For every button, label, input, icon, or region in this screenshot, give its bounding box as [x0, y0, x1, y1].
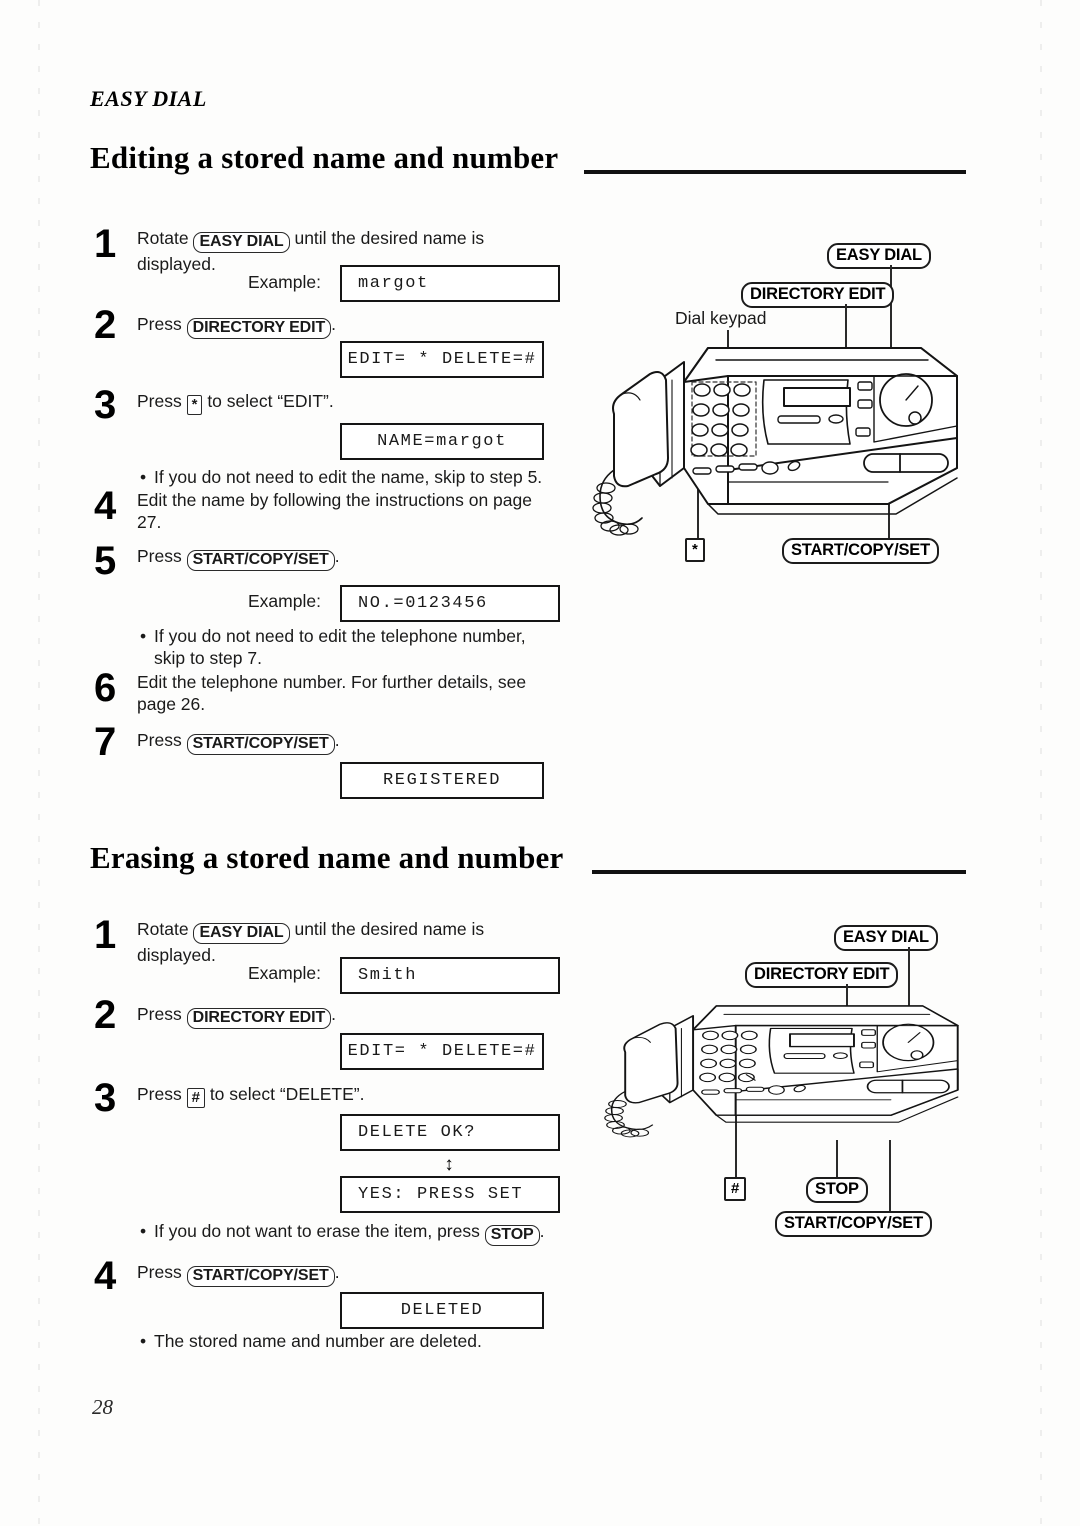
key-asterisk[interactable]: *: [186, 395, 203, 415]
step-text-before: Press: [137, 314, 187, 334]
step-number: 4: [94, 1254, 117, 1298]
lcd-display: REGISTERED: [340, 762, 544, 799]
note-text: If you do not need to edit the name, ski…: [154, 467, 543, 487]
step-text-before: Press: [137, 1084, 187, 1104]
figure-callout-hash: #: [724, 1177, 747, 1201]
manual-page: EASY DIAL Editing a stored name and numb…: [0, 0, 1080, 1526]
example-label: Example:: [248, 272, 321, 292]
note-bullet: • If you do not need to edit the name, s…: [140, 466, 560, 488]
step-number: 1: [94, 913, 117, 957]
note-bullet: • If you do not need to edit the telepho…: [140, 625, 540, 669]
step-number: 4: [94, 484, 117, 528]
fax-machine-illustration-2: [600, 985, 980, 1160]
key-directory-edit[interactable]: DIRECTORY EDIT: [186, 1008, 332, 1029]
step-text-after: .: [331, 1004, 337, 1024]
step-text-before: Rotate: [137, 228, 194, 248]
bullet-dot: •: [140, 626, 147, 646]
scan-edge-left: [38, 0, 40, 1526]
step-text-before: Press: [137, 730, 187, 750]
step-instruction: Press START/COPY/SET.: [137, 545, 340, 571]
step-instruction: Press START/COPY/SET.: [137, 1261, 340, 1287]
step-text-after: to select “EDIT”.: [202, 391, 334, 411]
key-start-copy-set[interactable]: START/COPY/SET: [186, 550, 335, 571]
step-number: 3: [94, 1076, 117, 1120]
section-rule-editing: [584, 170, 966, 174]
step-text-after: .: [334, 1262, 340, 1282]
step-text-before: Press: [137, 391, 187, 411]
key-stop[interactable]: STOP: [484, 1225, 540, 1246]
section-heading-editing: Editing a stored name and number: [90, 140, 559, 175]
lcd-display: Smith: [340, 957, 560, 994]
key-start-copy-set[interactable]: START/COPY/SET: [186, 734, 335, 755]
lcd-display: DELETED: [340, 1292, 544, 1329]
note-text: If you do not need to edit the telephone…: [154, 626, 526, 668]
example-label: Example:: [248, 963, 321, 983]
running-head: EASY DIAL: [90, 86, 207, 111]
step-text-after: .: [334, 730, 340, 750]
bullet-dot: •: [140, 1221, 147, 1241]
step-number: 1: [94, 222, 117, 266]
figure-callout-easy-dial: EASY DIAL: [827, 243, 931, 269]
note-text: The stored name and number are deleted.: [154, 1331, 482, 1351]
page-number: 28: [92, 1395, 113, 1419]
updown-arrow-icon: ↕: [444, 1154, 454, 1175]
lcd-display: NO.=0123456: [340, 585, 560, 622]
step-text-before: Press: [137, 1262, 187, 1282]
step-instruction: Press DIRECTORY EDIT.: [137, 1003, 336, 1029]
key-directory-edit[interactable]: DIRECTORY EDIT: [186, 318, 332, 339]
key-hash[interactable]: #: [186, 1088, 205, 1108]
lcd-display: EDIT= * DELETE=#: [340, 1033, 544, 1070]
figure-callout-easy-dial: EASY DIAL: [834, 925, 938, 951]
step-instruction: Press START/COPY/SET.: [137, 729, 340, 755]
note-text-after: .: [539, 1221, 545, 1241]
step-instruction: Edit the telephone number. For further d…: [137, 672, 527, 714]
bullet-dot: •: [140, 1331, 147, 1351]
figure-callout-stop: STOP: [806, 1177, 868, 1203]
step-number: 3: [94, 383, 117, 427]
step-text-before: Rotate: [137, 919, 194, 939]
step-text-before: Press: [137, 546, 187, 566]
section-heading-erasing: Erasing a stored name and number: [90, 840, 564, 875]
lcd-display: YES: PRESS SET: [340, 1176, 560, 1213]
lcd-display: NAME=margot: [340, 423, 544, 460]
figure-callout-start-copy-set: START/COPY/SET: [775, 1211, 932, 1237]
step-number: 2: [94, 993, 117, 1037]
step-text-after: .: [334, 546, 340, 566]
bullet-dot: •: [140, 467, 147, 487]
step-text-after: .: [331, 314, 337, 334]
fax-machine-illustration-1: [588, 318, 980, 568]
step-instruction: Press DIRECTORY EDIT.: [137, 313, 336, 339]
lcd-display: margot: [340, 265, 560, 302]
key-easy-dial[interactable]: EASY DIAL: [193, 232, 290, 253]
figure-callout-directory-edit: DIRECTORY EDIT: [741, 282, 895, 308]
key-easy-dial[interactable]: EASY DIAL: [193, 923, 290, 944]
step-instruction: Edit the name by following the instructi…: [137, 490, 532, 532]
lcd-display: EDIT= * DELETE=#: [340, 341, 544, 378]
step-text-before: Press: [137, 1004, 187, 1024]
lcd-display: DELETE OK?: [340, 1114, 560, 1151]
step-number: 2: [94, 303, 117, 347]
step-instruction: Press * to select “EDIT”.: [137, 390, 334, 415]
note-text: If you do not want to erase the item, pr…: [154, 1220, 570, 1246]
step-instruction: Press # to select “DELETE”.: [137, 1083, 364, 1108]
note-bullet: • If you do not want to erase the item, …: [140, 1220, 570, 1246]
step-number: 6: [94, 666, 117, 710]
step-number: 5: [94, 539, 117, 583]
scan-edge-right: [1040, 0, 1042, 1526]
note-text-before: If you do not want to erase the item, pr…: [154, 1221, 485, 1241]
step-text-after: to select “DELETE”.: [204, 1084, 365, 1104]
example-label: Example:: [248, 591, 321, 611]
step-number: 7: [94, 720, 117, 764]
note-bullet: • The stored name and number are deleted…: [140, 1330, 560, 1352]
key-start-copy-set[interactable]: START/COPY/SET: [186, 1266, 335, 1287]
section-rule-erasing: [592, 870, 966, 874]
